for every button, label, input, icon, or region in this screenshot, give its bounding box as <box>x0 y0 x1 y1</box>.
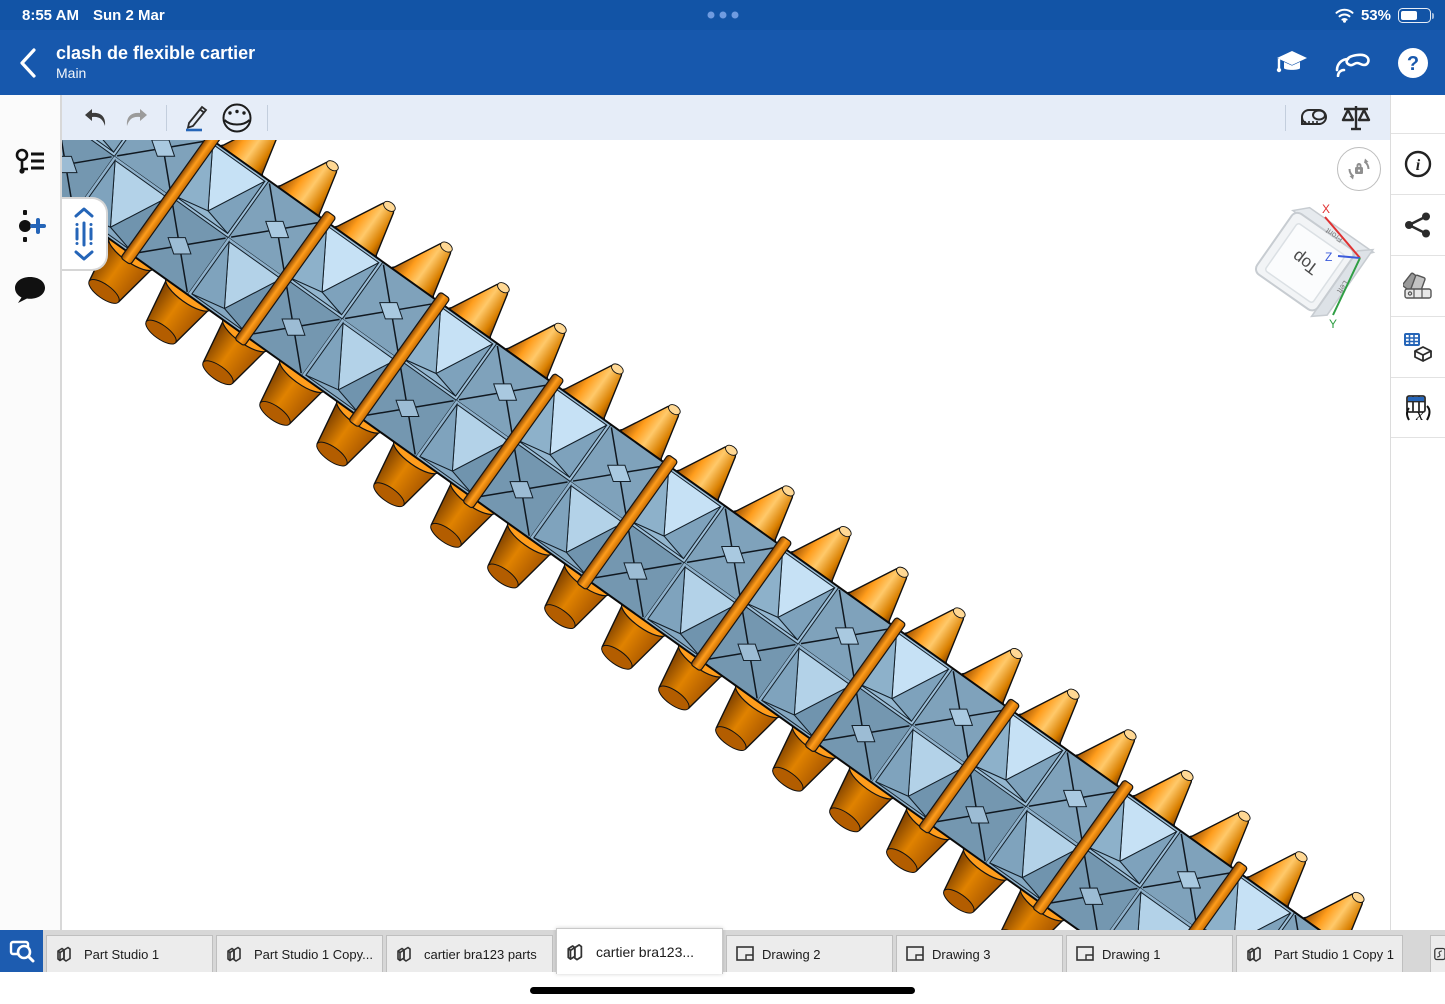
svg-text:i: i <box>1416 157 1421 174</box>
part-studio-icon <box>225 943 247 965</box>
bracelet-3d-model[interactable] <box>62 140 1390 930</box>
back-button[interactable] <box>0 48 56 78</box>
mass-properties-icon[interactable] <box>1336 99 1376 137</box>
date: Sun 2 Mar <box>93 7 165 24</box>
tab-drawing-2[interactable]: Drawing 2 <box>726 935 893 972</box>
battery-percent: 53% <box>1361 7 1391 24</box>
drawing-icon <box>1075 945 1095 963</box>
feature-scrubber[interactable] <box>62 197 108 271</box>
view-cube[interactable]: Top Front Left X Z Y <box>1245 195 1390 345</box>
help-icon[interactable]: ? <box>1397 47 1429 79</box>
part-studio-icon <box>1245 943 1267 965</box>
axis-x-label: X <box>1322 202 1330 216</box>
workspace-name: Main <box>56 65 255 82</box>
appearance-icon[interactable] <box>1391 255 1445 316</box>
rollback-bars-icon <box>73 221 95 247</box>
info-icon[interactable]: i <box>1391 133 1445 194</box>
status-bar: 8:55 AM Sun 2 Mar 53% <box>0 0 1445 30</box>
add-feature-icon[interactable] <box>11 207 49 245</box>
partial-tab-icon <box>1434 946 1445 962</box>
comment-icon[interactable] <box>11 271 49 309</box>
part-studio-icon <box>395 943 417 965</box>
variables-icon[interactable]: x <box>1391 377 1445 438</box>
battery-icon <box>1398 8 1431 23</box>
drawing-icon <box>735 945 755 963</box>
sketch-pencil-icon[interactable] <box>177 99 217 137</box>
svg-text:x: x <box>1415 405 1424 422</box>
tab-cartier-bra123-parts[interactable]: cartier bra123 parts <box>386 935 553 972</box>
clock: 8:55 AM <box>22 7 79 24</box>
scrub-down-icon[interactable] <box>74 250 94 261</box>
drawing-icon <box>905 945 925 963</box>
redo-icon[interactable] <box>116 99 156 137</box>
tab-cartier-bra123-active[interactable]: cartier bra123... <box>556 928 723 974</box>
configurations-icon[interactable] <box>1391 316 1445 377</box>
share-icon[interactable] <box>1391 194 1445 255</box>
tab-manager-button[interactable] <box>0 930 43 972</box>
scrub-up-icon[interactable] <box>74 207 94 218</box>
shaded-sphere-icon[interactable] <box>217 99 257 137</box>
ar-headset-icon[interactable] <box>1335 49 1371 77</box>
model-viewport[interactable]: Top Front Left X Z Y <box>62 140 1390 930</box>
svg-text:?: ? <box>1407 53 1419 75</box>
app-header: clash de flexible cartier Main ? <box>0 30 1445 95</box>
axis-z-label: Z <box>1325 250 1332 264</box>
part-studio-icon <box>55 943 77 965</box>
tab-part-studio-1-copy-1[interactable]: Part Studio 1 Copy 1 <box>1236 935 1403 972</box>
tab-drawing-3[interactable]: Drawing 3 <box>896 935 1063 972</box>
tab-bar: Part Studio 1 Part Studio 1 Copy... cart… <box>0 930 1445 972</box>
left-rail <box>0 95 62 930</box>
measure-tape-icon[interactable] <box>1296 99 1336 137</box>
tab-drawing-1[interactable]: Drawing 1 <box>1066 935 1233 972</box>
part-studio-icon <box>565 940 589 964</box>
tab-part-studio-1[interactable]: Part Studio 1 <box>46 935 213 972</box>
right-rail: i <box>1390 95 1445 930</box>
home-indicator[interactable] <box>530 987 915 994</box>
axis-y-label: Y <box>1329 317 1337 331</box>
graduation-cap-icon[interactable] <box>1275 49 1309 77</box>
toolbar <box>62 95 1390 140</box>
tab-part-studio-1-copy[interactable]: Part Studio 1 Copy... <box>216 935 383 972</box>
multitask-dots-icon[interactable] <box>707 12 738 19</box>
document-title: clash de flexible cartier <box>56 43 255 65</box>
tab-partial[interactable] <box>1430 935 1445 972</box>
rotation-lock-icon[interactable] <box>1337 147 1381 191</box>
feature-list-icon[interactable] <box>11 143 49 181</box>
wifi-icon <box>1335 8 1354 23</box>
undo-icon[interactable] <box>76 99 116 137</box>
